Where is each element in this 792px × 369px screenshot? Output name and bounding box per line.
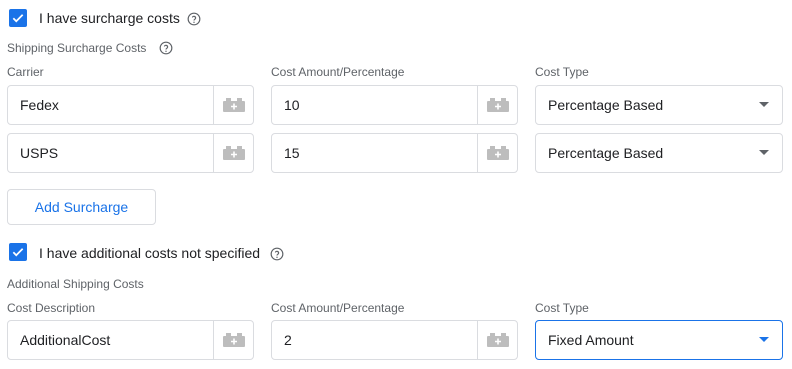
carrier-value: USPS (20, 145, 59, 161)
amount-input[interactable]: 15 (271, 133, 518, 173)
cost-type-select[interactable]: Percentage Based (535, 85, 783, 125)
amount-value: 15 (284, 145, 300, 161)
additional-costs-checkbox-label: I have additional costs not specified (39, 245, 261, 261)
surcharge-checkbox[interactable] (9, 9, 27, 27)
lego-brick-icon[interactable] (213, 86, 253, 124)
lego-brick-icon[interactable] (213, 321, 253, 359)
carrier-input[interactable]: USPS (7, 133, 254, 173)
additional-costs-checkbox[interactable] (9, 243, 27, 261)
help-icon[interactable] (187, 12, 201, 26)
caret-down-icon (759, 337, 769, 342)
amount-column-label: Cost Amount/Percentage (271, 301, 405, 315)
carrier-column-label: Carrier (7, 65, 44, 79)
add-surcharge-button[interactable]: Add Surcharge (7, 189, 156, 225)
lego-brick-icon[interactable] (477, 134, 517, 172)
cost-description-column-label: Cost Description (7, 301, 96, 315)
cost-type-select[interactable]: Fixed Amount (535, 320, 783, 360)
amount-input[interactable]: 2 (271, 320, 518, 360)
cost-type-select[interactable]: Percentage Based (535, 133, 783, 173)
cost-description-input[interactable]: AdditionalCost (7, 320, 254, 360)
lego-brick-icon[interactable] (213, 134, 253, 172)
carrier-input[interactable]: Fedex (7, 85, 254, 125)
check-icon (12, 248, 24, 257)
surcharge-checkbox-label: I have surcharge costs (39, 10, 180, 26)
additional-section-title: Additional Shipping Costs (7, 277, 144, 291)
caret-down-icon (759, 150, 769, 155)
lego-brick-icon[interactable] (477, 321, 517, 359)
caret-down-icon (759, 102, 769, 107)
help-icon[interactable] (159, 41, 173, 55)
amount-input[interactable]: 10 (271, 85, 518, 125)
carrier-value: Fedex (20, 97, 59, 113)
cost-type-value: Fixed Amount (548, 332, 634, 348)
cost-description-value: AdditionalCost (20, 332, 111, 348)
amount-value: 2 (284, 332, 292, 348)
amount-column-label: Cost Amount/Percentage (271, 65, 405, 79)
amount-value: 10 (284, 97, 300, 113)
cost-type-column-label: Cost Type (535, 65, 589, 79)
cost-type-value: Percentage Based (548, 145, 664, 161)
surcharge-section-title: Shipping Surcharge Costs (7, 41, 147, 55)
cost-type-column-label: Cost Type (535, 301, 589, 315)
check-icon (12, 14, 24, 23)
cost-type-value: Percentage Based (548, 97, 664, 113)
lego-brick-icon[interactable] (477, 86, 517, 124)
help-icon[interactable] (270, 247, 284, 261)
